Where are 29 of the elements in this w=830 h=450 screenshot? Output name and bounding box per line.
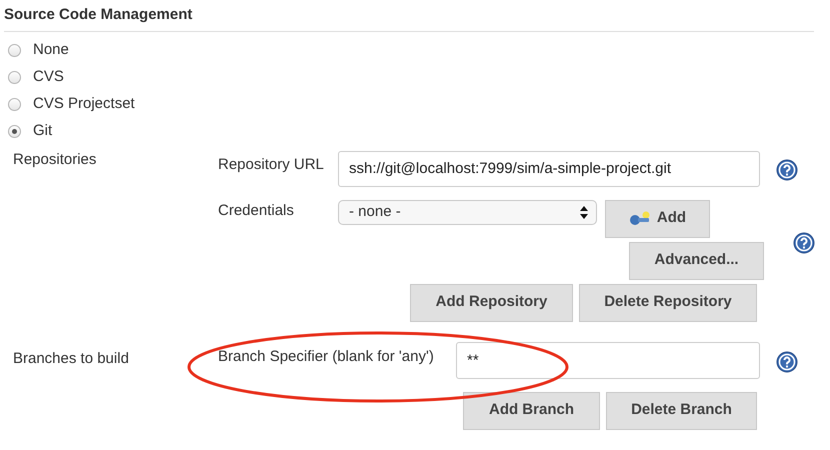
help-icon[interactable] (793, 232, 815, 254)
delete-branch-button[interactable]: Delete Branch (606, 392, 757, 430)
radio-button[interactable] (8, 44, 21, 56)
add-branch-button[interactable]: Add Branch (463, 392, 600, 430)
key-icon (628, 210, 651, 226)
field-label: Credentials (218, 200, 295, 220)
url-field[interactable]: ssh://git@localhost:7999/sim/a-simple-project.git (338, 150, 760, 186)
advanced-button[interactable]: Advanced... (629, 242, 764, 280)
field-label: Repositories (13, 150, 96, 170)
help-icon[interactable] (776, 158, 798, 180)
radio-label: CVS Projectset (33, 94, 135, 114)
section-title: Source Code Management (4, 5, 192, 25)
updown-icon (580, 206, 588, 218)
help-icon[interactable] (776, 350, 798, 372)
radio-button[interactable] (8, 98, 21, 110)
radio-label: Git (33, 120, 52, 141)
field-label: Repository URL (218, 154, 325, 174)
delete-repository-button[interactable]: Delete Repository (579, 284, 757, 322)
credentials-select[interactable]: - none - (338, 200, 597, 224)
radio-label: CVS (33, 66, 64, 87)
add-button[interactable]: Add (605, 200, 710, 238)
branch-specifier-field[interactable]: ** (456, 342, 760, 378)
add-repository-button[interactable]: Add Repository (410, 284, 573, 322)
field-label: Branches to build (13, 348, 129, 368)
radio-button[interactable] (8, 124, 21, 138)
select-value: - none - (349, 202, 401, 222)
field-label: Branch Specifier (blank for 'any') (218, 346, 435, 366)
radio-button[interactable] (8, 70, 21, 84)
radio-label: None (33, 40, 69, 60)
